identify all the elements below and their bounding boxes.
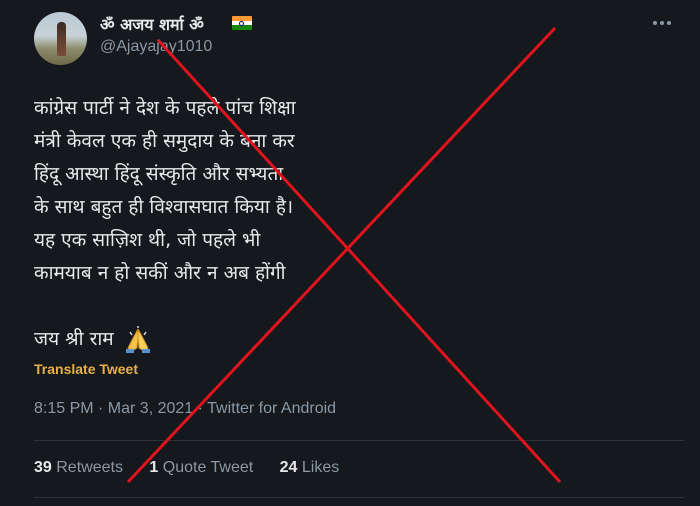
tweet-text-line: यह एक साज़िश थी, जो पहले भी: [34, 229, 261, 251]
avatar[interactable]: [34, 12, 87, 65]
author-handle[interactable]: @Ajayajay1010: [100, 38, 212, 56]
tweet-text-line: मंत्री केवल एक ही समुदाय के बना कर: [34, 130, 295, 152]
closing-text: जय श्री राम: [34, 328, 114, 350]
divider: [34, 497, 684, 498]
translate-tweet-link[interactable]: Translate Tweet: [34, 361, 138, 377]
likes-stat[interactable]: 24 Likes: [280, 459, 340, 477]
quote-tweets-stat[interactable]: 1 Quote Tweet: [149, 459, 253, 477]
retweets-stat[interactable]: 39 Retweets: [34, 459, 123, 477]
folded-hands-icon: [122, 325, 154, 354]
india-flag-icon: [232, 16, 252, 30]
likes-count: 24: [279, 459, 298, 476]
tweet-stats: 39 Retweets 1 Quote Tweet 24 Likes: [34, 459, 361, 477]
avatar-figure: [57, 22, 66, 56]
tweet-text-line: कामयाब न हो सकीं और न अब होंगी: [34, 262, 286, 284]
author-name[interactable]: ॐ अजय शर्मा ॐ: [100, 13, 204, 35]
tweet-text-line: हिंदू आस्था हिंदू संस्कृति और सभ्यता: [34, 163, 284, 185]
more-icon[interactable]: [650, 11, 674, 35]
tweet-text-line: के साथ बहुत ही विश्वासघात किया है।: [34, 196, 294, 218]
divider: [34, 440, 684, 441]
retweets-label: Retweets: [56, 459, 123, 476]
tweet-text-line: कांग्रेस पार्टी ने देश के पहले पांच शिक्…: [34, 97, 296, 119]
tweet-text: कांग्रेस पार्टी ने देश के पहले पांच शिक्…: [34, 92, 434, 356]
retweets-count: 39: [34, 459, 52, 476]
quote-label: Quote Tweet: [162, 459, 254, 476]
tweet-timestamp[interactable]: 8:15 PM · Mar 3, 2021 · Twitter for Andr…: [34, 400, 336, 418]
quote-count: 1: [149, 459, 159, 476]
closing-line: जय श्री राम: [34, 323, 434, 356]
likes-label: Likes: [301, 459, 340, 476]
